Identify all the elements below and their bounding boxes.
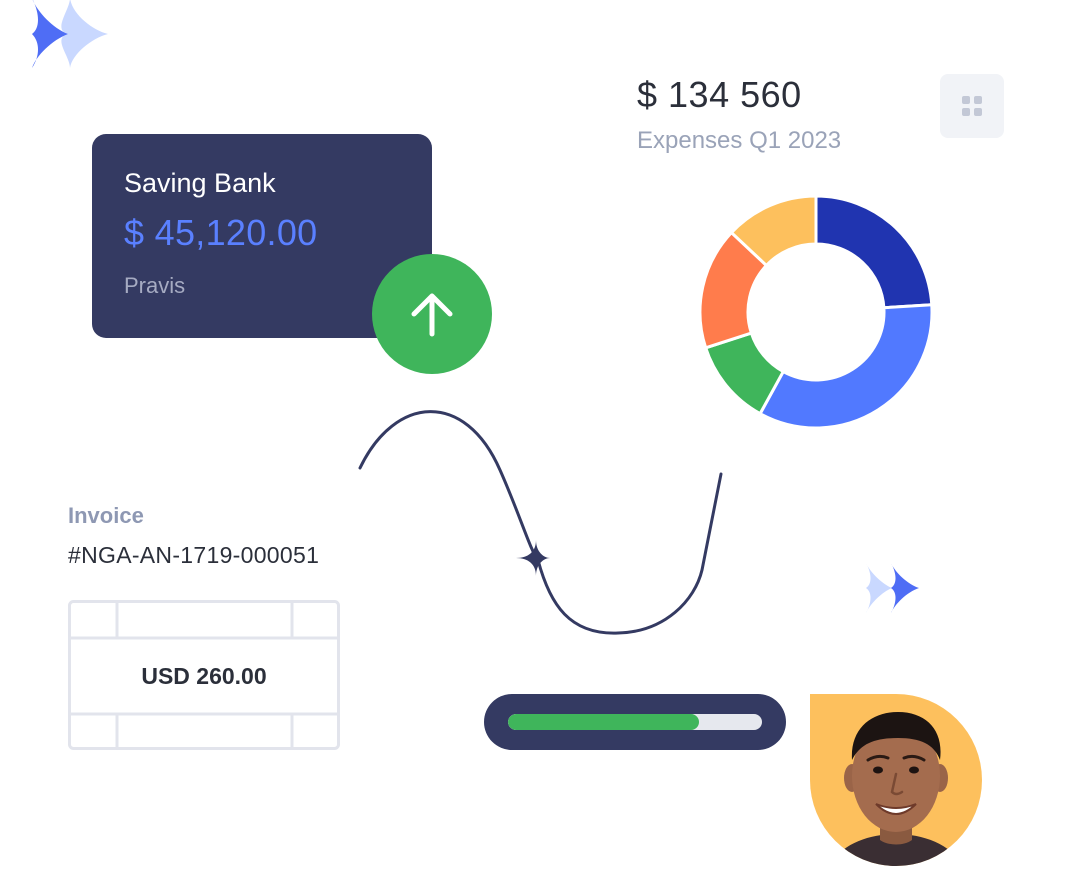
avatar (810, 694, 982, 866)
grid-icon (962, 96, 982, 116)
invoice-amount: USD 260.00 (141, 662, 267, 689)
bank-card-owner: Pravis (124, 273, 186, 298)
bank-card-title: Saving Bank (124, 168, 276, 198)
donut-slice-2 (758, 303, 932, 428)
bank-card-amount: $ 45,120.00 (124, 212, 318, 253)
connector-curve (358, 410, 723, 635)
donut-slice-1 (814, 196, 932, 310)
sparkle-icon (516, 540, 550, 576)
progress-track (508, 714, 762, 730)
expenses-donut-chart (700, 196, 932, 428)
expenses-total: $ 134 560 (637, 74, 802, 115)
progress-fill (508, 714, 699, 730)
sparkle-icon (866, 564, 919, 613)
progress-bar (484, 694, 786, 750)
grid-menu-button[interactable] (940, 74, 1004, 138)
user-photo (830, 712, 962, 866)
invoice-label: Invoice (68, 503, 144, 528)
arrow-up-icon (411, 293, 453, 337)
upload-button[interactable] (372, 254, 492, 374)
expenses-caption: Expenses Q1 2023 (637, 127, 842, 154)
sparkle-icon (32, 0, 108, 68)
invoice-number: #NGA-AN-1719-000051 (68, 542, 320, 568)
